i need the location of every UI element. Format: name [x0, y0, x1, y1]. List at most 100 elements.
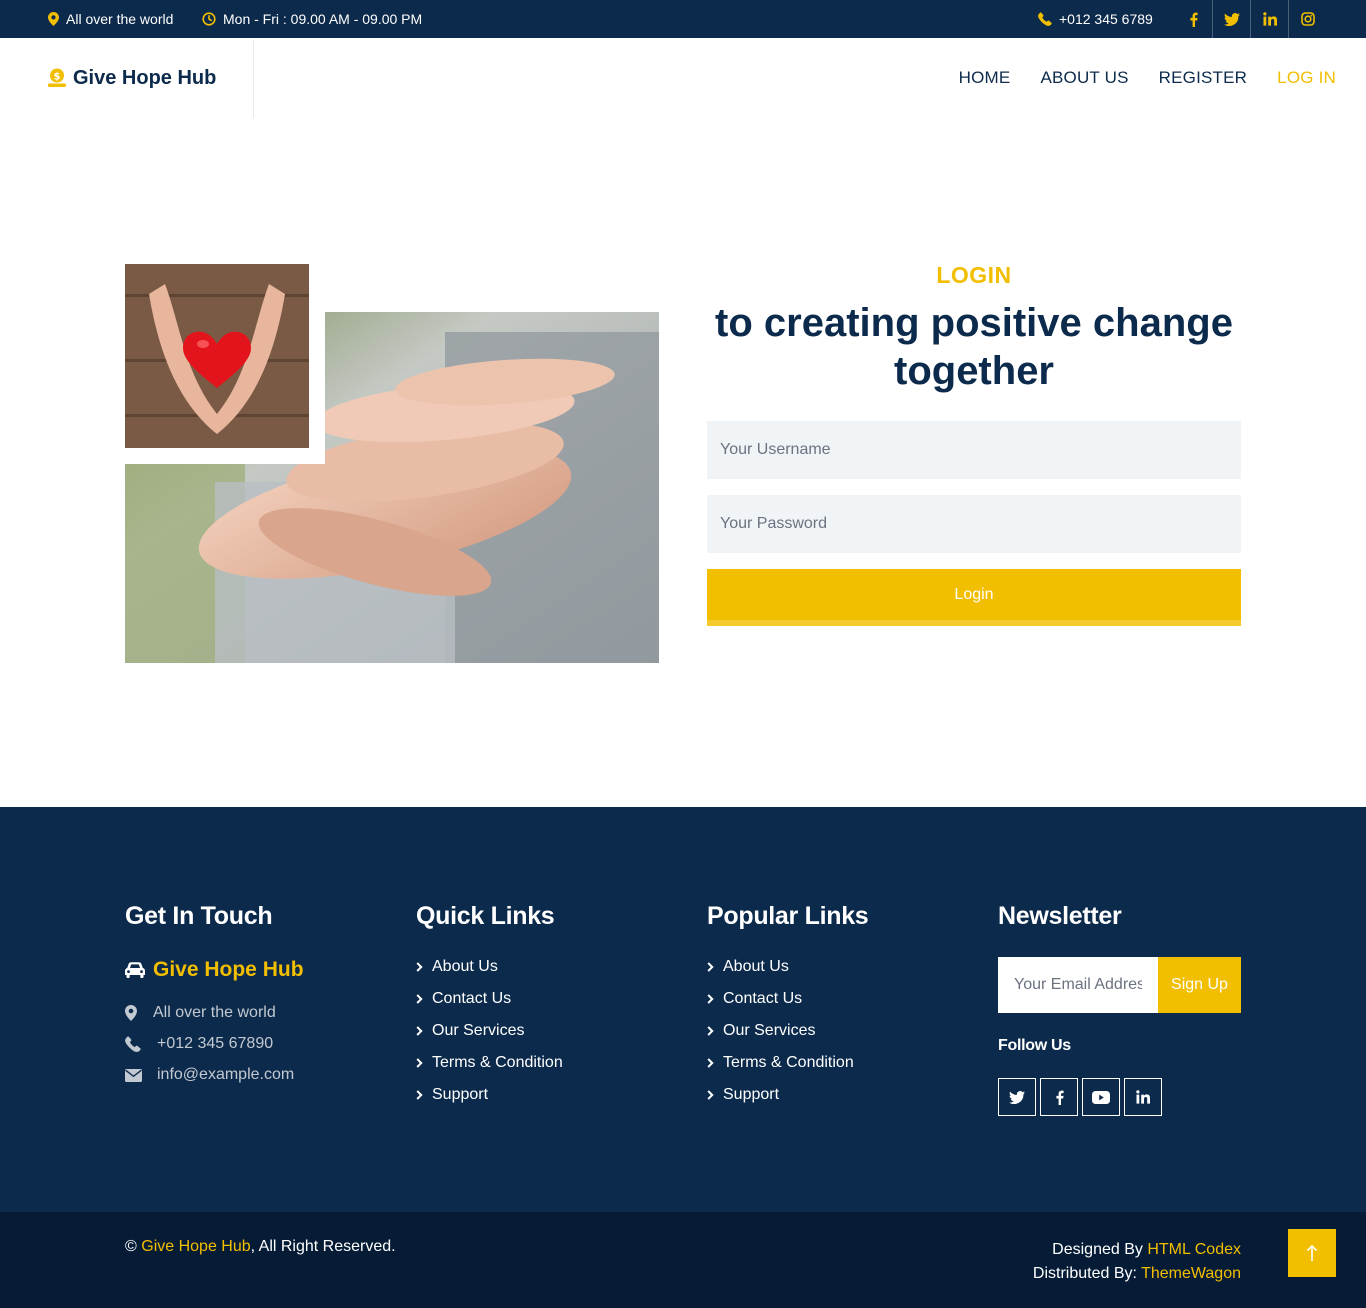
copyright-rights: , All Right Reserved. — [250, 1238, 396, 1255]
footer-linkedin-link[interactable] — [1124, 1078, 1162, 1116]
phone-icon — [1038, 12, 1052, 26]
popular-links-list: About Us Contact Us Our Services Terms &… — [707, 951, 868, 1111]
popular-links-heading: Popular Links — [707, 902, 869, 930]
footer-facebook-link[interactable] — [1040, 1078, 1078, 1116]
quick-links-list: About Us Contact Us Our Services Terms &… — [416, 951, 563, 1111]
topbar-hours-text: Mon - Fri : 09.00 AM - 09.00 PM — [223, 11, 423, 27]
quick-link-item[interactable]: Contact Us — [416, 983, 563, 1015]
arrow-up-icon — [1306, 1244, 1318, 1261]
designed-by-link[interactable]: HTML Codex — [1147, 1241, 1241, 1258]
nav-home[interactable]: HOME — [959, 68, 1011, 88]
popular-link-label: Contact Us — [723, 990, 803, 1007]
chevron-right-icon — [707, 1090, 714, 1100]
newsletter-email-input[interactable] — [998, 957, 1158, 1013]
main-navbar: $ Give Hope Hub HOME ABOUT US REGISTER L… — [0, 38, 1366, 118]
popular-link-item[interactable]: Terms & Condition — [707, 1047, 868, 1079]
footer: Get In Touch Give Hope Hub All over the … — [0, 807, 1366, 1212]
svg-text:$: $ — [54, 72, 61, 83]
brand-logo-link[interactable]: $ Give Hope Hub — [47, 38, 216, 118]
facebook-icon — [1055, 1090, 1064, 1105]
chevron-right-icon — [707, 1026, 714, 1036]
newsletter-heading: Newsletter — [998, 902, 1122, 930]
login-title-line-1: to creating positive change — [715, 301, 1233, 345]
quick-link-item[interactable]: Terms & Condition — [416, 1047, 563, 1079]
quick-link-label: Our Services — [432, 1022, 525, 1039]
chevron-right-icon — [416, 1090, 423, 1100]
location-pin-icon — [125, 1005, 137, 1021]
copyright-bar: © Give Hope Hub, All Right Reserved. Des… — [0, 1212, 1366, 1308]
footer-brand: Give Hope Hub — [125, 958, 304, 982]
footer-youtube-link[interactable] — [1082, 1078, 1120, 1116]
topbar-phone-text: +012 345 6789 — [1059, 11, 1153, 27]
facebook-icon — [1189, 12, 1198, 27]
popular-link-label: Support — [723, 1086, 780, 1103]
topbar-phone[interactable]: +012 345 6789 — [1038, 0, 1153, 38]
login-heading-block: LOGIN to creating positive change togeth… — [707, 262, 1241, 395]
hand-holding-dollar-icon: $ — [48, 68, 66, 87]
chevron-right-icon — [416, 1058, 423, 1068]
popular-link-item[interactable]: Support — [707, 1079, 868, 1111]
distributed-by-label: Distributed By: — [1032, 1265, 1137, 1282]
quick-link-label: Terms & Condition — [432, 1054, 563, 1071]
nav-register[interactable]: REGISTER — [1159, 68, 1248, 88]
popular-link-item[interactable]: Contact Us — [707, 983, 868, 1015]
nav-menu: HOME ABOUT US REGISTER LOG IN — [929, 38, 1336, 118]
chevron-right-icon — [707, 994, 714, 1004]
back-to-top-button[interactable] — [1288, 1229, 1336, 1277]
topbar-instagram-link[interactable] — [1288, 0, 1326, 38]
quick-link-item[interactable]: Our Services — [416, 1015, 563, 1047]
follow-us-label: Follow Us — [998, 1037, 1071, 1054]
footer-quick-links: Quick Links About Us Contact Us Our Serv… — [416, 902, 563, 1111]
newsletter-signup-button[interactable]: Sign Up — [1158, 957, 1241, 1013]
topbar-location: All over the world — [48, 0, 173, 38]
brand-divider — [253, 40, 254, 118]
credits: Designed By HTML Codex Distributed By: T… — [1033, 1238, 1241, 1286]
linkedin-icon — [1136, 1090, 1150, 1104]
linkedin-icon — [1262, 12, 1277, 26]
password-input[interactable] — [707, 495, 1241, 553]
footer-email-text: info@example.com — [157, 1066, 295, 1083]
chevron-right-icon — [707, 1058, 714, 1068]
username-input[interactable] — [707, 421, 1241, 479]
chevron-right-icon — [416, 1026, 423, 1036]
quick-links-heading: Quick Links — [416, 902, 555, 930]
youtube-icon — [1092, 1090, 1110, 1104]
footer-brand-name: Give Hope Hub — [153, 958, 304, 981]
twitter-icon — [1009, 1090, 1025, 1104]
login-title-line-2: together — [894, 349, 1054, 393]
quick-link-item[interactable]: Support — [416, 1079, 563, 1111]
get-in-touch-heading: Get In Touch — [125, 902, 273, 930]
footer-newsletter: Newsletter Sign Up Follow Us — [998, 902, 1241, 1116]
copyright-site-link[interactable]: Give Hope Hub — [141, 1238, 250, 1255]
topbar-location-text: All over the world — [66, 11, 174, 27]
nav-log-in[interactable]: LOG IN — [1277, 68, 1336, 88]
nav-about-us[interactable]: ABOUT US — [1040, 68, 1128, 88]
popular-link-item[interactable]: About Us — [707, 951, 868, 983]
footer-twitter-link[interactable] — [998, 1078, 1036, 1116]
heart-in-hands-image — [125, 264, 309, 448]
footer-social-links — [998, 1078, 1241, 1116]
footer-get-in-touch: Get In Touch Give Hope Hub All over the … — [125, 902, 304, 1084]
chevron-right-icon — [416, 962, 423, 972]
instagram-icon — [1300, 12, 1315, 26]
topbar-twitter-link[interactable] — [1212, 0, 1250, 38]
popular-link-item[interactable]: Our Services — [707, 1015, 868, 1047]
topbar-hours: Mon - Fri : 09.00 AM - 09.00 PM — [202, 0, 422, 38]
brand-name: Give Hope Hub — [73, 66, 217, 89]
copyright-symbol: © — [125, 1238, 137, 1255]
footer-email[interactable]: info@example.com — [125, 1066, 304, 1084]
clock-icon — [202, 12, 216, 26]
distributed-by-link[interactable]: ThemeWagon — [1141, 1265, 1241, 1282]
topbar-facebook-link[interactable] — [1174, 0, 1212, 38]
twitter-icon — [1223, 12, 1240, 26]
envelope-icon — [125, 1068, 142, 1082]
quick-link-item[interactable]: About Us — [416, 951, 563, 983]
copyright-text: © Give Hope Hub, All Right Reserved. — [125, 1238, 396, 1256]
phone-icon — [125, 1036, 141, 1052]
footer-popular-links: Popular Links About Us Contact Us Our Se… — [707, 902, 869, 1111]
login-button[interactable]: Login — [707, 569, 1241, 626]
popular-link-label: About Us — [723, 958, 789, 975]
topbar-linkedin-link[interactable] — [1250, 0, 1288, 38]
newsletter-form: Sign Up — [998, 957, 1241, 1013]
footer-phone[interactable]: +012 345 67890 — [125, 1035, 304, 1053]
